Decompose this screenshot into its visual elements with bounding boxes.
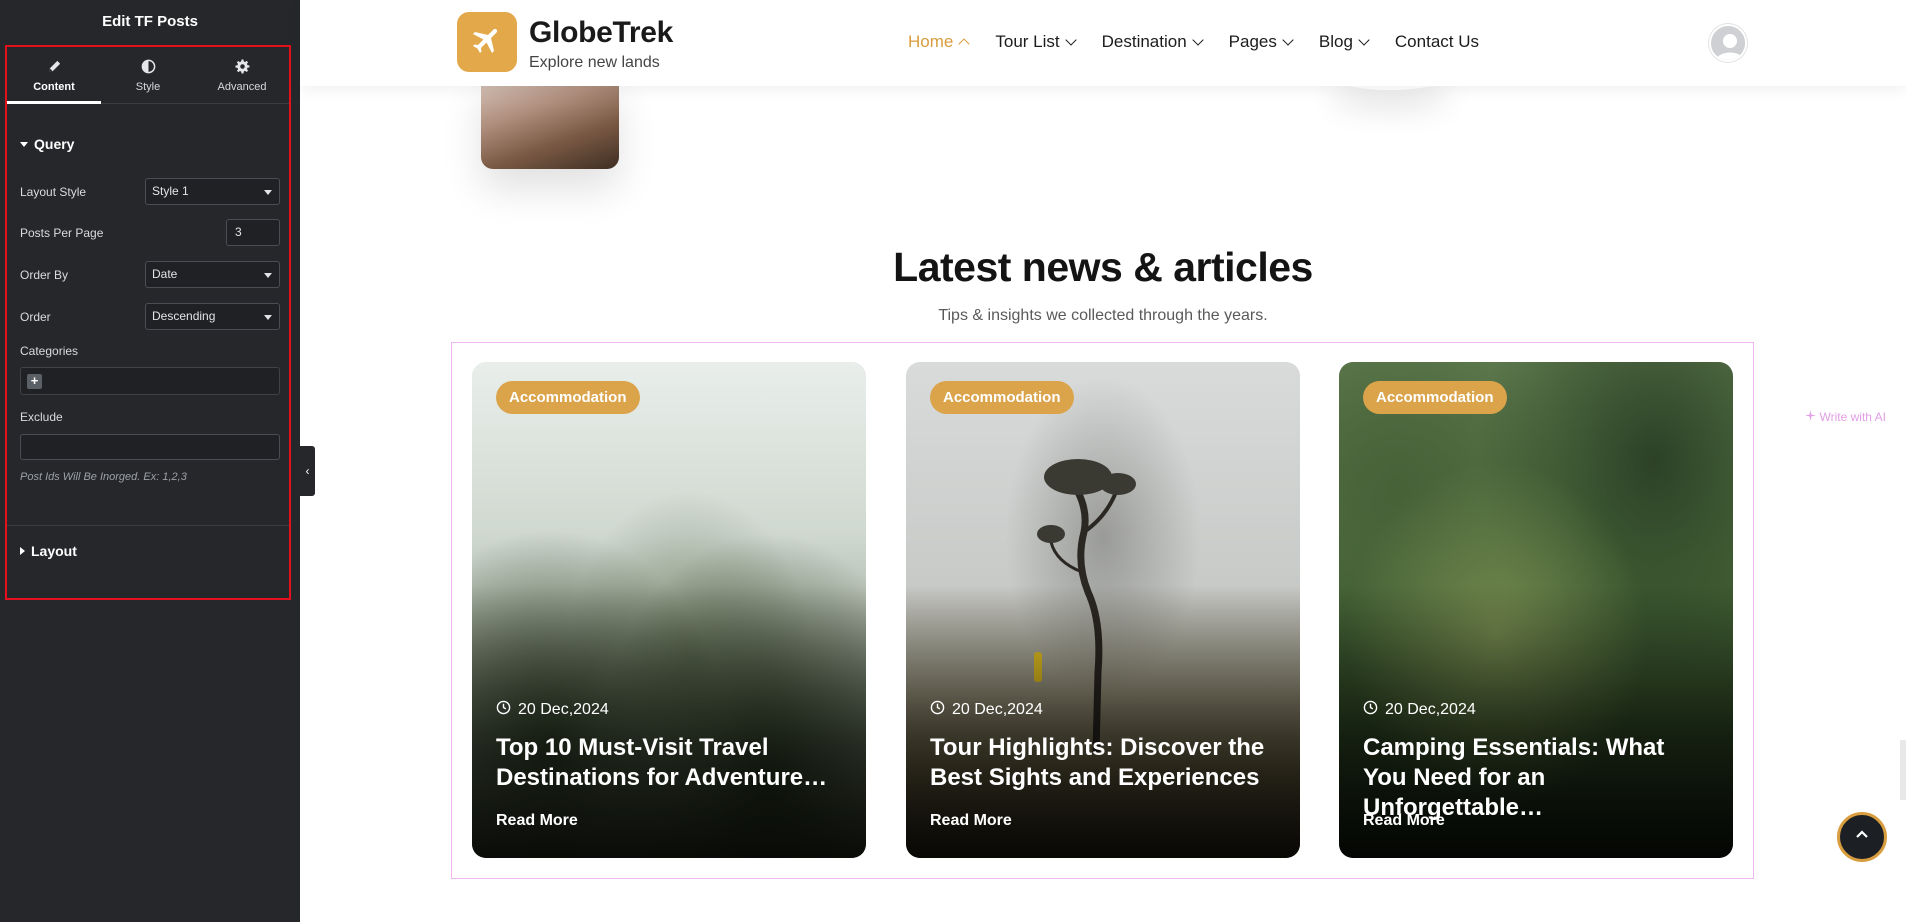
read-more-link[interactable]: Read More — [496, 812, 578, 830]
brand-tagline: Explore new lands — [529, 54, 660, 71]
section-title: Latest news & articles — [893, 244, 1313, 290]
add-category-button[interactable]: + — [27, 374, 42, 389]
clock-icon — [496, 700, 511, 720]
section-divider — [7, 525, 289, 526]
mountain-thumbnail — [481, 78, 619, 169]
pencil-icon — [47, 57, 62, 75]
caret-down-icon — [20, 141, 28, 147]
categories-label: Categories — [20, 344, 79, 358]
clock-icon — [930, 700, 945, 720]
categories-field[interactable]: + — [20, 367, 280, 395]
exclude-input[interactable] — [20, 434, 280, 460]
post-title[interactable]: Top 10 Must-Visit Travel Destinations fo… — [496, 733, 846, 793]
query-heading: Query — [34, 136, 75, 152]
chevron-down-icon — [1064, 34, 1077, 46]
posts-per-page-input[interactable]: 3 — [226, 219, 280, 246]
category-badge[interactable]: Accommodation — [1363, 381, 1507, 414]
chevron-left-icon: ‹ — [305, 464, 310, 478]
order-by-value: Date — [152, 267, 178, 281]
nav-pages-label: Pages — [1228, 32, 1277, 51]
nav-item-pages[interactable]: Pages — [1228, 32, 1294, 52]
tab-content[interactable]: Content — [7, 47, 101, 104]
tab-content-label: Content — [33, 81, 75, 93]
nav-item-blog[interactable]: Blog — [1318, 32, 1370, 52]
order-select[interactable]: Descending — [145, 303, 280, 330]
post-title[interactable]: Camping Essentials: What You Need for an… — [1363, 733, 1713, 823]
layout-style-value: Style 1 — [152, 184, 189, 198]
user-avatar[interactable] — [1709, 24, 1747, 62]
post-date: 20 Dec,2024 — [1363, 700, 1476, 720]
chevron-down-icon — [1192, 34, 1204, 46]
post-title[interactable]: Tour Highlights: Discover the Best Sight… — [930, 733, 1280, 793]
tab-advanced[interactable]: Advanced — [195, 47, 289, 103]
chevron-up-icon — [958, 38, 971, 50]
layout-style-label: Layout Style — [20, 185, 87, 199]
nav-home-label: Home — [908, 32, 954, 51]
section-subtitle: Tips & insights we collected through the… — [938, 307, 1268, 324]
panel-collapse-handle[interactable]: ‹ — [300, 446, 315, 496]
nav-contact-label: Contact Us — [1394, 32, 1479, 51]
panel-title: Edit TF Posts — [102, 13, 198, 30]
clock-icon — [1363, 700, 1378, 720]
order-label: Order — [20, 310, 51, 324]
airplane-icon — [470, 23, 504, 62]
chevron-down-icon — [1358, 34, 1370, 46]
dropdown-caret-icon — [264, 273, 272, 278]
category-badge[interactable]: Accommodation — [930, 381, 1074, 414]
layout-style-select[interactable]: Style 1 — [145, 178, 280, 205]
sparkle-icon — [1804, 410, 1816, 424]
post-date-text: 20 Dec,2024 — [1385, 701, 1476, 718]
query-section-toggle[interactable]: Query — [20, 136, 74, 152]
post-date: 20 Dec,2024 — [496, 700, 609, 720]
dropdown-caret-icon — [264, 315, 272, 320]
category-badge[interactable]: Accommodation — [496, 381, 640, 414]
nav-destination-label: Destination — [1101, 32, 1187, 51]
nav-item-home[interactable]: Home — [908, 32, 971, 52]
exclude-help-text: Post Ids Will Be Inorged. Ex: 1,2,3 — [20, 471, 187, 483]
read-more-link[interactable]: Read More — [1363, 812, 1445, 830]
caret-right-icon — [20, 547, 25, 555]
scroll-to-top-button[interactable] — [1837, 812, 1887, 862]
site-header: GlobeTrek Explore new lands Home Tour Li… — [300, 0, 1906, 86]
nav-item-tour-list[interactable]: Tour List — [995, 32, 1077, 52]
scrollbar-track[interactable] — [1900, 740, 1906, 800]
post-card[interactable]: Accommodation 20 Dec,2024 Camping Essent… — [1339, 362, 1733, 858]
tab-style[interactable]: Style — [101, 47, 195, 103]
order-by-label: Order By — [20, 268, 69, 282]
write-with-ai-button[interactable]: Write with AI — [1804, 410, 1886, 424]
write-with-ai-label: Write with AI — [1819, 410, 1886, 424]
post-date-text: 20 Dec,2024 — [952, 701, 1043, 718]
post-card[interactable]: Accommodation 20 Dec,2024 Tour Highlight… — [906, 362, 1300, 858]
nav-tour-list-label: Tour List — [995, 32, 1060, 51]
nav-item-destination[interactable]: Destination — [1101, 32, 1204, 52]
read-more-link[interactable]: Read More — [930, 812, 1012, 830]
post-card[interactable]: Accommodation 20 Dec,2024 Top 10 Must-Vi… — [472, 362, 866, 858]
gear-icon — [234, 57, 250, 75]
main-nav: Home Tour List Destination Pages Blog Co… — [908, 32, 1479, 52]
panel-tabs: Content Style Advanced — [7, 47, 289, 104]
layout-section-toggle[interactable]: Layout — [20, 543, 77, 559]
tab-style-label: Style — [135, 81, 161, 93]
nav-item-contact-us[interactable]: Contact Us — [1395, 32, 1479, 52]
chevron-down-icon — [1282, 34, 1294, 46]
post-date-text: 20 Dec,2024 — [518, 701, 609, 718]
user-silhouette-icon — [1711, 26, 1745, 60]
dropdown-caret-icon — [264, 190, 272, 195]
posts-per-page-label: Posts Per Page — [20, 226, 104, 240]
layout-heading: Layout — [31, 543, 77, 559]
half-circle-icon — [141, 57, 156, 75]
exclude-label: Exclude — [20, 410, 63, 424]
brand-logo[interactable] — [457, 12, 517, 72]
brand-name[interactable]: GlobeTrek — [529, 16, 673, 50]
chevron-up-icon — [1854, 827, 1870, 848]
tab-advanced-label: Advanced — [217, 81, 267, 93]
order-value: Descending — [152, 309, 216, 323]
post-date: 20 Dec,2024 — [930, 700, 1043, 720]
order-by-select[interactable]: Date — [145, 261, 280, 288]
nav-blog-label: Blog — [1318, 32, 1353, 51]
